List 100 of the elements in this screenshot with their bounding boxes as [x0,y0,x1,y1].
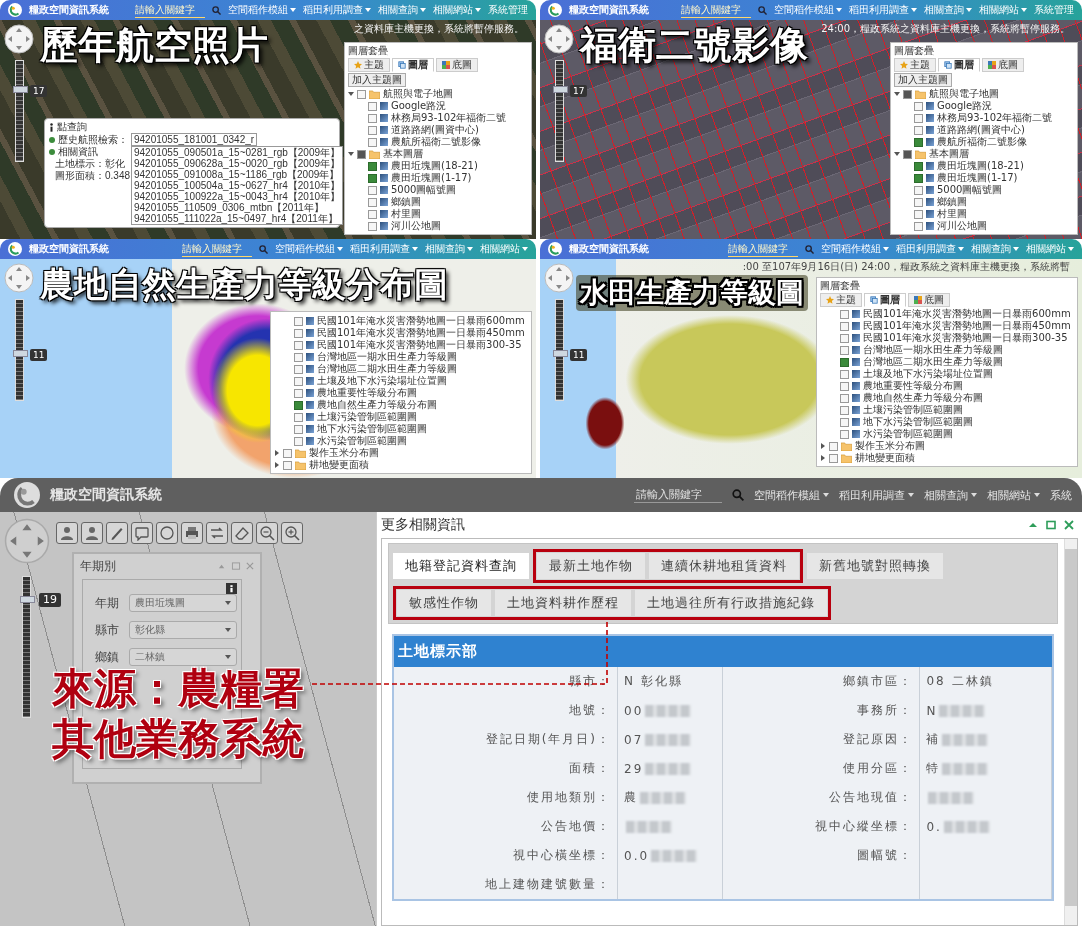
printer-tool-icon[interactable] [181,522,203,544]
layer-label[interactable]: 農田坵塊圖(1-17) [391,171,472,185]
checkbox[interactable] [840,345,849,355]
checkbox[interactable] [829,441,838,451]
folder-label[interactable]: 航照與電子地圖 [383,87,453,101]
layer-label[interactable]: 農地重要性等級分布圖 [317,386,417,400]
nav-menu[interactable]: 空間稻作模組 [754,487,829,503]
checkbox[interactable] [294,400,303,410]
layer-label[interactable]: 民國101年淹水災害潛勢地圖一日暴雨300-35 [863,331,1068,345]
add-theme-button[interactable]: 加入主題圖 [348,73,406,87]
layer-label[interactable]: 道路路網(圖資中心) [391,123,479,137]
folder-label[interactable]: 基本圖層 [383,147,423,161]
tab[interactable]: 土地過往所有行政措施紀錄 [635,590,827,616]
checkbox[interactable] [840,381,849,391]
dropdown-option[interactable]: 94201055_090501a_15~0281_rgb【2009年】 [132,147,342,158]
checkbox[interactable] [840,321,849,331]
layer-label[interactable]: 道路路網(圖資中心) [937,123,1025,137]
layer-label[interactable]: 台灣地區一期水田生產力等級圖 [317,350,457,364]
slider-thumb[interactable] [13,350,28,357]
checkbox[interactable] [294,376,303,386]
panel-tab[interactable]: 主題 [348,58,390,72]
checkbox[interactable] [368,137,377,147]
checkbox[interactable] [840,309,849,319]
checkbox[interactable] [294,424,303,434]
checkbox[interactable] [914,209,923,219]
layer-label[interactable]: 河川公地圖 [937,219,987,233]
dropdown-option[interactable]: 94201055_110509_0306_mtbn【2011年】 [132,202,342,213]
layer-label[interactable]: 5000圖幅號圖 [391,183,457,197]
layer-label[interactable]: 地下水污染管制區範圍圖 [863,415,973,429]
layer-label[interactable]: 台灣地區二期水田生產力等級圖 [317,362,457,376]
swap-tool-icon[interactable] [206,522,228,544]
eraser-tool-icon[interactable] [231,522,253,544]
layer-label[interactable]: 民國101年淹水災害潛勢地圖一日暴雨450mm [863,319,1071,333]
pencil-tool-icon[interactable] [106,522,128,544]
checkbox[interactable] [914,113,923,123]
panel-tab[interactable]: 主題 [894,58,936,72]
nav-menu[interactable]: 相關網站 [987,487,1040,503]
person-tool-icon[interactable] [56,522,78,544]
layer-label[interactable]: 林務局93-102年福衛二號 [391,111,507,125]
slider-thumb[interactable] [20,595,35,603]
panel-tab[interactable]: 圖層 [392,58,434,72]
checkbox[interactable] [368,125,377,135]
checkbox[interactable] [829,453,838,463]
tab[interactable]: 連續休耕地租賃資料 [649,553,799,579]
panel-tab[interactable]: 圖層 [864,293,906,307]
folder-label[interactable]: 基本圖層 [929,147,969,161]
nav-menu[interactable]: 相關查詢 [924,487,977,503]
slider-thumb[interactable] [13,86,28,93]
layer-label[interactable]: Google路況 [937,99,993,113]
checkbox[interactable] [914,161,923,171]
nav-menu[interactable]: 相關查詢 [924,3,972,17]
expand-arrow-icon[interactable] [274,462,280,468]
collapse-icon[interactable] [1028,520,1038,530]
tab[interactable]: 新舊地號對照轉換 [807,553,943,579]
folder-label[interactable]: 製作玉米分布圖 [855,439,925,453]
checkbox[interactable] [368,161,377,171]
nav-menu[interactable]: 空間稻作模組 [275,242,343,256]
layer-label[interactable]: 村里圖 [391,207,421,221]
checkbox[interactable] [914,173,923,183]
nav-menu[interactable]: 空間稻作模組 [821,242,889,256]
checkbox[interactable] [294,436,303,446]
checkbox[interactable] [903,149,912,159]
nav-menu[interactable]: 稻田利用調查 [839,487,914,503]
select-field[interactable]: 二林鎮 [129,648,237,666]
panel-tab[interactable]: 底圖 [982,58,1024,72]
layer-label[interactable]: 農地自然生產力等級分布圖 [863,391,983,405]
panel-tab[interactable]: 底圖 [908,293,950,307]
checkbox[interactable] [294,388,303,398]
nav-menu[interactable]: 空間稻作模組 [774,3,842,17]
checkbox[interactable] [357,89,366,99]
layer-label[interactable]: 民國101年淹水災害潛勢地圖一日暴雨600mm [863,307,1071,321]
zoom-out-tool-icon[interactable] [256,522,278,544]
slider-thumb[interactable] [553,350,568,357]
layer-label[interactable]: 民國101年淹水災害潛勢地圖一日暴雨450mm [317,326,525,340]
layer-label[interactable]: 台灣地區一期水田生產力等級圖 [863,343,1003,357]
dropdown-option[interactable]: 94201055_100922a_15~0043_hr4【2010年】 [132,191,342,202]
layer-label[interactable]: 農地自然生產力等級分布圖 [317,398,437,412]
dropdown-option[interactable]: 94201055_111022a_15~0497_hr4【2011年】 [132,213,342,224]
select-field[interactable]: 農田坵塊圖 [129,594,237,612]
search-field[interactable]: 請輸入關鍵字 [634,487,722,503]
search-icon[interactable] [805,244,814,254]
checkbox[interactable] [840,369,849,379]
checkbox[interactable] [294,328,303,338]
expand-arrow-icon[interactable] [894,91,900,97]
layer-label[interactable]: 土壤及地下水污染場址位置圖 [317,374,447,388]
expand-arrow-icon[interactable] [820,455,826,461]
slider-thumb[interactable] [553,86,568,93]
expand-arrow-icon[interactable] [348,91,354,97]
layer-label[interactable]: 民國101年淹水災害潛勢地圖一日暴雨300-35 [317,338,522,352]
checkbox[interactable] [914,137,923,147]
layer-label[interactable]: 農田坵塊圖(18-21) [391,159,478,173]
tab[interactable]: 地籍登記資料查詢 [393,553,529,579]
nav-menu[interactable]: 系統 [1050,487,1072,503]
dropdown-option[interactable]: 94201055_090628a_15~0020_rgb【2009年】 [132,158,342,169]
layer-label[interactable]: 水污染管制區範圍圖 [317,434,407,448]
layer-label[interactable]: 農田坵塊圖(18-21) [937,159,1024,173]
checkbox[interactable] [840,393,849,403]
layer-label[interactable]: 鄉鎮圖 [391,195,421,209]
layer-label[interactable]: 水污染管制區範圍圖 [863,427,953,441]
checkbox[interactable] [357,149,366,159]
